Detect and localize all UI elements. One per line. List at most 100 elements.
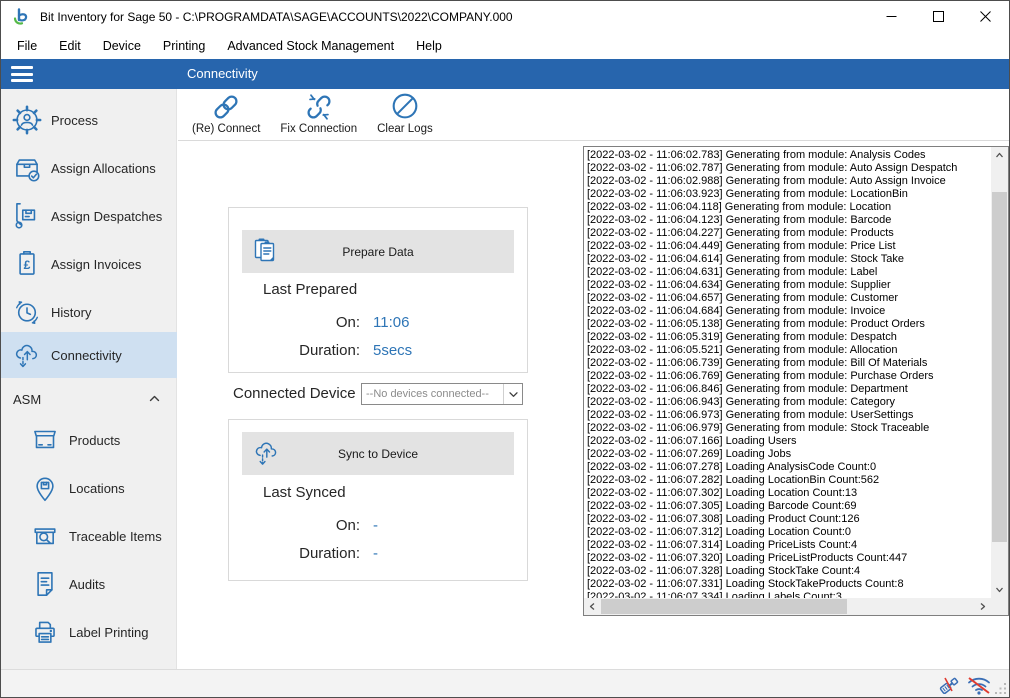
scroll-left-arrow[interactable]	[584, 598, 601, 615]
scroll-up-arrow[interactable]	[991, 147, 1008, 164]
sidebar-item-assign-invoices[interactable]: £ Assign Invoices	[1, 245, 177, 283]
log-line: [2022-03-02 - 11:06:07.334] Loading Labe…	[587, 591, 991, 598]
log-line: [2022-03-02 - 11:06:07.278] Loading Anal…	[587, 461, 991, 474]
vertical-scroll-thumb[interactable]	[992, 192, 1007, 542]
sidebar-item-label: Products	[69, 433, 120, 448]
toolbar: (Re) Connect Fix Connection	[178, 89, 1010, 141]
clear-logs-button[interactable]: Clear Logs	[367, 89, 443, 141]
resize-grip[interactable]	[994, 682, 1007, 695]
main-content: (Re) Connect Fix Connection	[178, 89, 1010, 670]
wifi-disconnected-icon	[965, 673, 993, 697]
prepare-data-button[interactable]: Prepare Data	[242, 230, 514, 273]
log-line: [2022-03-02 - 11:06:07.308] Loading Prod…	[587, 513, 991, 526]
log-line: [2022-03-02 - 11:06:07.305] Loading Barc…	[587, 500, 991, 513]
log-line: [2022-03-02 - 11:06:07.320] Loading Pric…	[587, 552, 991, 565]
scrollbar-corner	[991, 598, 1008, 615]
reconnect-button[interactable]: (Re) Connect	[182, 89, 270, 141]
sidebar: Process Assign Allocations	[1, 89, 177, 670]
log-line: [2022-03-02 - 11:06:05.521] Generating f…	[587, 344, 991, 357]
sidebar-item-label: Assign Despatches	[51, 209, 162, 224]
allocations-box-check-icon	[9, 150, 45, 186]
window-controls	[868, 1, 1009, 32]
on-label: On:	[229, 517, 360, 534]
log-line: [2022-03-02 - 11:06:04.123] Generating f…	[587, 214, 991, 227]
asm-section-label: ASM	[13, 392, 41, 407]
sidebar-item-locations[interactable]: Locations	[1, 469, 177, 507]
toolbar-button-label: (Re) Connect	[192, 123, 260, 135]
connected-device-dropdown[interactable]: --No devices connected--	[361, 383, 523, 405]
sidebar-item-process[interactable]: Process	[1, 101, 177, 139]
connected-device-label: Connected Device	[233, 385, 356, 402]
sidebar-item-label-printing[interactable]: Label Printing	[1, 613, 177, 651]
despatch-trolley-icon	[9, 198, 45, 234]
asm-section-header[interactable]: ASM	[1, 387, 177, 411]
log-line: [2022-03-02 - 11:06:04.614] Generating f…	[587, 253, 991, 266]
log-line: [2022-03-02 - 11:06:06.846] Generating f…	[587, 383, 991, 396]
scroll-right-arrow[interactable]	[974, 598, 991, 615]
close-icon	[980, 11, 991, 22]
sync-panel: Sync to Device Last Synced On: - Duratio…	[228, 419, 528, 581]
minimize-button[interactable]	[868, 1, 915, 32]
sidebar-item-traceable-items[interactable]: Traceable Items	[1, 517, 177, 555]
horizontal-scrollbar[interactable]	[584, 598, 991, 615]
last-synced-on-value: -	[373, 517, 378, 534]
invoice-clipboard-icon: £	[9, 246, 45, 282]
last-synced-duration-value: -	[373, 545, 378, 562]
sidebar-item-history[interactable]: History	[1, 293, 177, 331]
log-lines: [2022-03-02 - 11:06:02.783] Generating f…	[584, 147, 991, 598]
page-title: Connectivity	[187, 66, 258, 81]
fix-connection-button[interactable]: Fix Connection	[270, 89, 367, 141]
svg-text:£: £	[24, 258, 31, 272]
usb-disconnected-icon	[937, 673, 963, 697]
sidebar-item-audits[interactable]: Audits	[1, 565, 177, 603]
hamburger-menu-icon[interactable]	[11, 66, 33, 82]
duration-label: Duration:	[229, 342, 360, 359]
log-line: [2022-03-02 - 11:06:05.138] Generating f…	[587, 318, 991, 331]
sidebar-item-products[interactable]: Products	[1, 421, 177, 459]
menu-file[interactable]: File	[6, 34, 48, 58]
log-line: [2022-03-02 - 11:06:06.979] Generating f…	[587, 422, 991, 435]
menu-device[interactable]: Device	[92, 34, 152, 58]
log-line: [2022-03-02 - 11:06:06.943] Generating f…	[587, 396, 991, 409]
log-line: [2022-03-02 - 11:06:04.631] Generating f…	[587, 266, 991, 279]
menu-printing[interactable]: Printing	[152, 34, 216, 58]
sidebar-item-label: Connectivity	[51, 348, 122, 363]
log-line: [2022-03-02 - 11:06:05.319] Generating f…	[587, 331, 991, 344]
maximize-button[interactable]	[915, 1, 962, 32]
sidebar-item-connectivity[interactable]: Connectivity	[1, 332, 177, 378]
toolbar-button-label: Fix Connection	[280, 123, 357, 135]
products-box-icon	[27, 422, 63, 458]
prepare-data-panel: Prepare Data Last Prepared On: 11:06 Dur…	[228, 207, 528, 373]
locations-pin-icon	[27, 470, 63, 506]
log-line: [2022-03-02 - 11:06:03.923] Generating f…	[587, 188, 991, 201]
log-line: [2022-03-02 - 11:06:07.269] Loading Jobs	[587, 448, 991, 461]
on-label: On:	[229, 314, 360, 331]
menu-edit[interactable]: Edit	[48, 34, 92, 58]
sidebar-item-assign-allocations[interactable]: Assign Allocations	[1, 149, 177, 187]
log-line: [2022-03-02 - 11:06:07.312] Loading Loca…	[587, 526, 991, 539]
log-line: [2022-03-02 - 11:06:04.227] Generating f…	[587, 227, 991, 240]
log-output-box[interactable]: [2022-03-02 - 11:06:02.783] Generating f…	[583, 146, 1009, 616]
log-line: [2022-03-02 - 11:06:07.328] Loading Stoc…	[587, 565, 991, 578]
header-bar: Connectivity	[1, 59, 1009, 89]
horizontal-scroll-thumb[interactable]	[601, 599, 847, 614]
titlebar: Bit Inventory for Sage 50 - C:\PROGRAMDA…	[1, 1, 1009, 32]
history-clock-icon	[9, 294, 45, 330]
close-button[interactable]	[962, 1, 1009, 32]
link-icon	[208, 90, 244, 124]
log-line: [2022-03-02 - 11:06:07.302] Loading Loca…	[587, 487, 991, 500]
log-line: [2022-03-02 - 11:06:04.634] Generating f…	[587, 279, 991, 292]
vertical-scrollbar[interactable]	[991, 147, 1008, 598]
documents-icon	[250, 235, 282, 267]
statusbar	[1, 669, 1009, 697]
sidebar-item-label: Process	[51, 113, 98, 128]
sidebar-item-assign-despatches[interactable]: Assign Despatches	[1, 197, 177, 235]
menu-help[interactable]: Help	[405, 34, 453, 58]
sync-to-device-button[interactable]: Sync to Device	[242, 432, 514, 475]
last-prepared-heading: Last Prepared	[263, 281, 357, 298]
menu-advanced-stock-management[interactable]: Advanced Stock Management	[216, 34, 405, 58]
sidebar-item-label: Audits	[69, 577, 105, 592]
scroll-down-arrow[interactable]	[991, 581, 1008, 598]
log-line: [2022-03-02 - 11:06:04.449] Generating f…	[587, 240, 991, 253]
log-line: [2022-03-02 - 11:06:07.314] Loading Pric…	[587, 539, 991, 552]
